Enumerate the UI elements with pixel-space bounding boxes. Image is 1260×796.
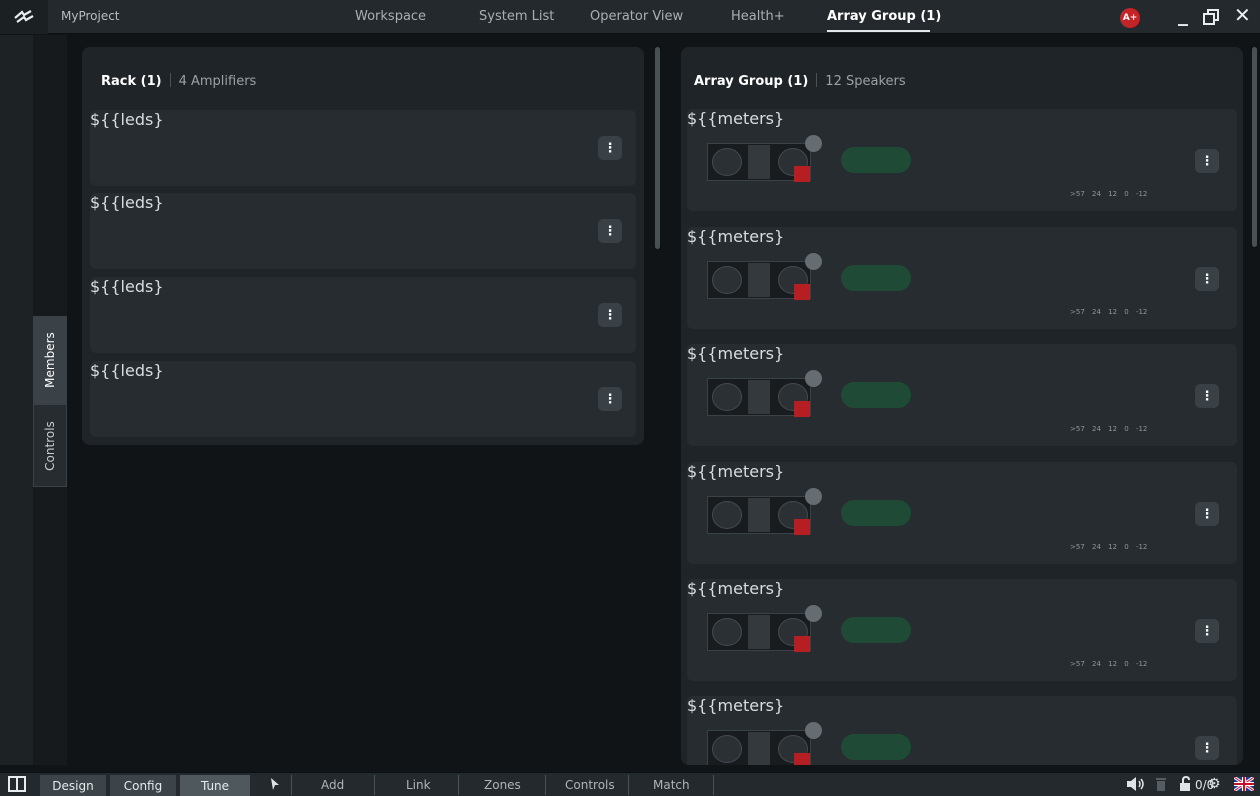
amplifier-row[interactable]: ${{leds} ⋮ <box>90 277 636 353</box>
meter-scale: >57 24 12 0 -12 <box>1070 660 1148 668</box>
mode-tune-button[interactable]: Tune <box>180 775 250 796</box>
meter-scale: >57 24 12 0 -12 <box>1070 190 1148 198</box>
master-badge <box>794 519 810 535</box>
amplifier-row[interactable]: ${{leds} ⋮ <box>90 193 636 269</box>
status-badge <box>841 147 911 173</box>
more-options-button[interactable]: ⋮ <box>1195 619 1219 643</box>
meter-scale: >57 24 12 0 -12 <box>1070 308 1148 316</box>
gears-icon[interactable]: ⚙ <box>1208 776 1221 792</box>
mode-config-button[interactable]: Config <box>110 775 176 796</box>
tool-match[interactable]: Match <box>653 778 690 792</box>
tab-array-group[interactable]: Array Group (1) <box>827 9 941 24</box>
status-badge <box>247 387 317 413</box>
master-badge <box>794 401 810 417</box>
speaker-count-badge <box>805 135 822 152</box>
left-rail <box>0 35 33 765</box>
tool-controls[interactable]: Controls <box>565 778 615 792</box>
status-badge <box>247 303 317 329</box>
more-options-button[interactable]: ⋮ <box>1195 502 1219 526</box>
toolbar-divider <box>291 775 292 795</box>
rack-title: Rack (1) <box>101 74 162 89</box>
toolbar-divider <box>713 775 714 795</box>
rack-header: Rack (1) 4 Amplifiers <box>101 73 256 89</box>
unlock-icon[interactable] <box>1179 775 1193 796</box>
more-options-button[interactable]: ⋮ <box>1195 384 1219 408</box>
bottom-toolbar: Design Config Tune Add Link Zones Contro… <box>0 772 1260 796</box>
array-group-panel: Array Group (1) 12 Speakers ${{meters} >5… <box>681 47 1243 765</box>
more-options-button[interactable]: ⋮ <box>1195 267 1219 291</box>
panel-toggle-icon[interactable] <box>8 776 26 796</box>
amplifier-row[interactable]: ${{leds} ⋮ <box>90 110 636 186</box>
user-badge[interactable]: A+ <box>1120 8 1140 28</box>
mode-design-button[interactable]: Design <box>40 775 106 796</box>
tool-add[interactable]: Add <box>321 778 344 792</box>
speaker-row[interactable]: ${{meters} >57 24 12 0 -12 ⋮ <box>687 227 1237 329</box>
trash-icon[interactable] <box>1155 776 1167 796</box>
master-badge <box>794 166 810 182</box>
sidetab-members[interactable]: Members <box>33 316 67 404</box>
speaker-count-badge <box>805 488 822 505</box>
status-badge <box>247 219 317 245</box>
speaker-count-badge <box>805 605 822 622</box>
more-options-button[interactable]: ⋮ <box>1195 149 1219 173</box>
array-group-header: Array Group (1) 12 Speakers <box>694 73 906 89</box>
pointer-icon[interactable] <box>270 777 280 795</box>
active-tab-indicator <box>827 30 930 32</box>
app-logo-icon[interactable] <box>0 0 48 34</box>
toolbar-divider <box>628 775 629 795</box>
minimize-icon[interactable]: _ <box>1178 2 1188 26</box>
master-badge <box>794 753 810 765</box>
rack-subtitle: 4 Amplifiers <box>178 74 257 89</box>
status-badge <box>841 382 911 408</box>
status-badge <box>247 136 317 162</box>
more-options-button[interactable]: ⋮ <box>1195 736 1219 760</box>
tool-link[interactable]: Link <box>406 778 431 792</box>
sidetab-members-label: Members <box>43 332 57 388</box>
more-options-button[interactable]: ⋮ <box>598 136 622 160</box>
amplifier-row[interactable]: ${{leds} ⋮ <box>90 361 636 437</box>
speaker-identify-icon[interactable] <box>1126 776 1146 796</box>
more-options-button[interactable]: ⋮ <box>598 387 622 411</box>
toolbar-divider <box>374 775 375 795</box>
sidetab-controls[interactable]: Controls <box>33 404 67 487</box>
array-group-title: Array Group (1) <box>694 74 809 89</box>
tab-system-list[interactable]: System List <box>479 9 554 24</box>
array-scrollbar[interactable] <box>1252 47 1257 247</box>
status-badge <box>841 617 911 643</box>
status-badge <box>841 734 911 760</box>
master-badge <box>794 284 810 300</box>
tab-operator-view[interactable]: Operator View <box>590 9 683 24</box>
more-options-button[interactable]: ⋮ <box>598 303 622 327</box>
speaker-row[interactable]: ${{meters} >57 24 12 0 -12 ⋮ <box>687 462 1237 564</box>
array-group-subtitle: 12 Speakers <box>825 74 906 89</box>
tool-zones[interactable]: Zones <box>484 778 521 792</box>
meter-scale: >57 24 12 0 -12 <box>1070 543 1148 551</box>
sidetab-controls-label: Controls <box>43 420 58 471</box>
project-name: MyProject <box>61 9 120 23</box>
speaker-row[interactable]: ${{meters} >57 24 12 0 -12 ⋮ <box>687 344 1237 446</box>
tab-health[interactable]: Health+ <box>731 9 785 24</box>
speaker-row[interactable]: ${{meters} >57 24 12 0 -12 ⋮ <box>687 109 1237 211</box>
tab-workspace[interactable]: Workspace <box>355 9 426 24</box>
toolbar-divider <box>458 775 459 795</box>
rack-panel: Rack (1) 4 Amplifiers ${{leds} ⋮ ${{leds}… <box>82 47 644 445</box>
rack-scrollbar[interactable] <box>655 47 660 249</box>
meter-scale: >57 24 12 0 -12 <box>1070 425 1148 433</box>
close-icon[interactable]: ✕ <box>1234 3 1251 27</box>
toolbar-divider <box>545 775 546 795</box>
status-badge <box>841 265 911 291</box>
speaker-count-badge <box>805 370 822 387</box>
status-badge <box>841 500 911 526</box>
speaker-count-badge <box>805 253 822 270</box>
speaker-row[interactable]: ${{meters} >57 24 12 0 -12 ⋮ <box>687 579 1237 681</box>
more-options-button[interactable]: ⋮ <box>598 219 622 243</box>
master-badge <box>794 636 810 652</box>
speaker-count-badge <box>805 722 822 739</box>
restore-icon[interactable] <box>1203 6 1219 30</box>
top-bar: MyProject Workspace System List Operator… <box>0 0 1260 34</box>
speaker-row[interactable]: ${{meters} >57 24 12 0 -12 ⋮ <box>687 696 1237 765</box>
uk-flag-icon[interactable] <box>1233 775 1255 795</box>
